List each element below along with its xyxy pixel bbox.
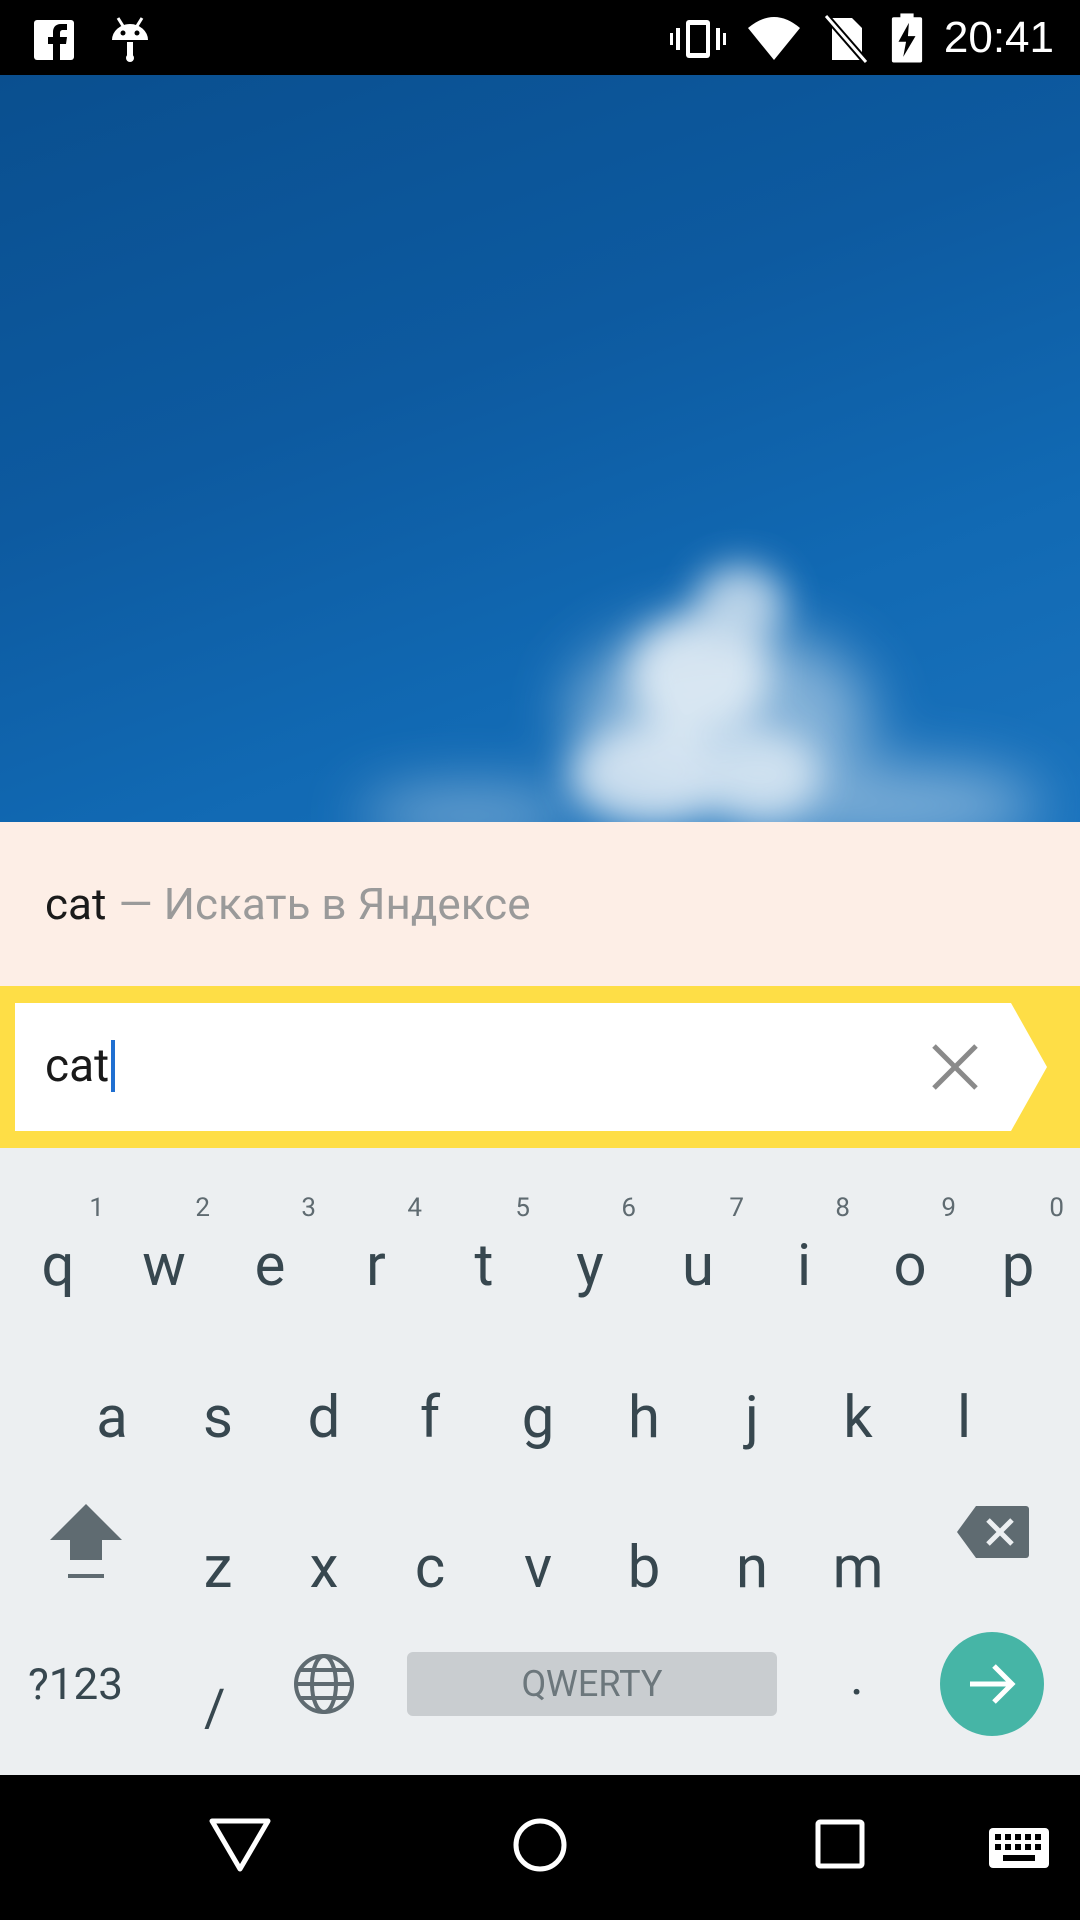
shift-icon[interactable] xyxy=(48,1500,124,1584)
search-box: cat xyxy=(15,1003,1047,1131)
space-key[interactable]: QWERTY xyxy=(407,1652,777,1716)
key-hint: 1 xyxy=(89,1193,104,1223)
key-q[interactable]: q1 xyxy=(18,1193,104,1301)
symbols-key[interactable]: ?123 xyxy=(28,1658,123,1710)
key-x[interactable]: x xyxy=(284,1533,364,1603)
slash-key[interactable]: / xyxy=(204,1678,225,1739)
key-i[interactable]: i8 xyxy=(764,1193,850,1301)
no-sim-icon xyxy=(823,13,869,64)
period-key[interactable]: . xyxy=(850,1646,864,1707)
arrow-right-icon xyxy=(970,1664,1016,1704)
key-hint: 5 xyxy=(515,1193,530,1223)
key-hint: 6 xyxy=(621,1193,636,1223)
key-hint: 7 xyxy=(729,1193,744,1223)
key-g[interactable]: g xyxy=(498,1383,578,1453)
key-d[interactable]: d xyxy=(284,1383,364,1453)
key-hint: 2 xyxy=(195,1193,210,1223)
facebook-icon xyxy=(34,20,74,60)
key-k[interactable]: k xyxy=(818,1383,898,1453)
key-m[interactable]: m xyxy=(818,1533,898,1603)
key-t[interactable]: t5 xyxy=(444,1193,531,1301)
key-j[interactable]: j xyxy=(712,1383,792,1453)
key-l[interactable]: l xyxy=(924,1383,1004,1453)
wifi-icon xyxy=(747,17,800,60)
key-a[interactable]: a xyxy=(72,1383,152,1453)
key-hint: 0 xyxy=(1049,1193,1064,1223)
close-icon[interactable] xyxy=(920,1032,990,1102)
keyboard-switch-icon[interactable] xyxy=(988,1827,1050,1869)
suggestion-query: cat xyxy=(45,878,107,930)
key-n[interactable]: n xyxy=(712,1533,792,1603)
battery-charging-icon xyxy=(891,13,923,63)
back-icon[interactable] xyxy=(207,1815,273,1875)
navigation-bar xyxy=(0,1775,1080,1920)
suggestion-hint: — Искать в Яндексе xyxy=(118,878,531,930)
key-hint: 4 xyxy=(407,1193,422,1223)
android-debug-icon xyxy=(112,17,148,62)
key-u[interactable]: u7 xyxy=(658,1193,744,1301)
key-v[interactable]: v xyxy=(498,1533,578,1603)
search-input-text: cat xyxy=(45,1039,110,1093)
search-suggestion[interactable]: cat — Искать в Яндексе xyxy=(0,822,1080,986)
key-hint: 3 xyxy=(301,1193,316,1223)
wallpaper-sky xyxy=(0,75,1080,822)
key-c[interactable]: c xyxy=(390,1533,470,1603)
search-input[interactable]: cat xyxy=(45,1031,116,1101)
key-b[interactable]: b xyxy=(604,1533,684,1603)
search-bar: cat xyxy=(0,986,1080,1148)
key-hint: 9 xyxy=(941,1193,956,1223)
key-y[interactable]: y6 xyxy=(550,1193,636,1301)
key-e[interactable]: e3 xyxy=(230,1193,316,1301)
key-w[interactable]: w2 xyxy=(124,1193,210,1301)
key-p[interactable]: p0 xyxy=(978,1193,1064,1301)
recents-icon[interactable] xyxy=(815,1815,865,1875)
cloud-image xyxy=(360,565,1040,822)
key-o[interactable]: o9 xyxy=(870,1193,956,1301)
globe-icon[interactable] xyxy=(292,1652,356,1716)
vibrate-icon xyxy=(669,20,726,58)
text-caret xyxy=(111,1040,116,1092)
status-bar: 20:41 xyxy=(0,0,1080,75)
key-hint: 8 xyxy=(835,1193,850,1223)
key-h[interactable]: h xyxy=(604,1383,684,1453)
soft-keyboard: q1 w2 e3 r4 t5 y6 u7 i8 o9 p0 a s d f g … xyxy=(0,1148,1080,1775)
screen: 20:41 cat — Искать в Яндексе cat q 1 w 2… xyxy=(0,0,1080,1920)
key-f[interactable]: f xyxy=(390,1383,470,1453)
search-box-shape xyxy=(15,1003,1047,1131)
key-z[interactable]: z xyxy=(178,1533,258,1603)
status-time: 20:41 xyxy=(943,13,1054,62)
enter-key[interactable] xyxy=(940,1632,1044,1736)
home-icon[interactable] xyxy=(512,1815,568,1875)
key-r[interactable]: r4 xyxy=(336,1193,422,1301)
key-s[interactable]: s xyxy=(178,1383,258,1453)
backspace-icon[interactable] xyxy=(956,1504,1030,1560)
